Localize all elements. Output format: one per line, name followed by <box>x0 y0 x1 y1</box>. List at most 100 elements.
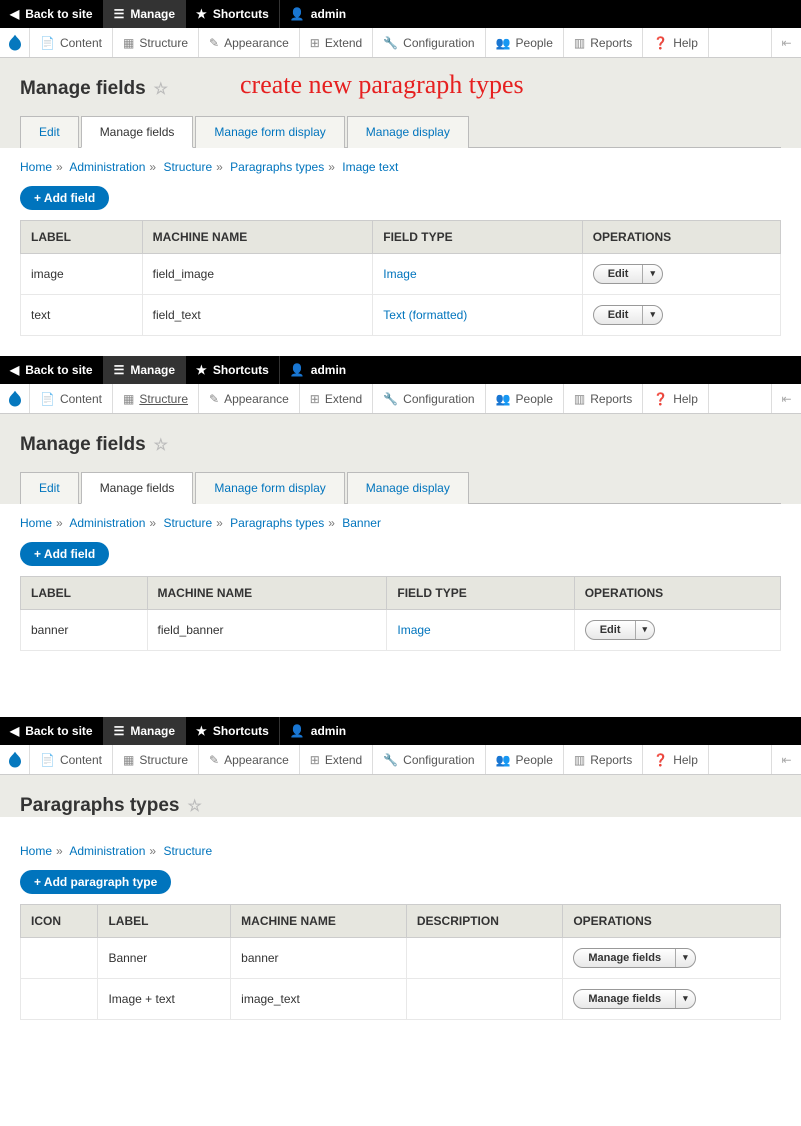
menu-appearance[interactable]: ✎Appearance <box>199 745 300 774</box>
top-toolbar: ◀Back to site ☰Manage ★Shortcuts 👤admin <box>0 356 801 384</box>
crumb-structure[interactable]: Structure <box>163 160 212 174</box>
back-to-site-button[interactable]: ◀Back to site <box>0 356 103 384</box>
shortcuts-button[interactable]: ★Shortcuts <box>186 717 279 745</box>
menu-structure[interactable]: ▦Structure <box>113 745 199 774</box>
op-edit[interactable]: Edit <box>594 306 643 324</box>
shortcuts-button[interactable]: ★Shortcuts <box>186 0 279 28</box>
crumb-administration[interactable]: Administration <box>69 160 145 174</box>
menu-extend[interactable]: ⊞Extend <box>300 745 373 774</box>
crumb-administration[interactable]: Administration <box>69 844 145 858</box>
operations-dropbutton[interactable]: Edit▾ <box>585 620 655 640</box>
menu-configuration[interactable]: 🔧Configuration <box>373 384 485 413</box>
chevron-down-icon[interactable]: ▾ <box>675 990 695 1008</box>
add-field-button[interactable]: + Add field <box>20 186 109 210</box>
user-button[interactable]: 👤admin <box>280 717 356 745</box>
tab-manage-fields[interactable]: Manage fields <box>81 472 194 504</box>
tab-manage-form-display[interactable]: Manage form display <box>195 116 344 148</box>
add-paragraph-type-button[interactable]: + Add paragraph type <box>20 870 171 894</box>
menu-reports[interactable]: ▥Reports <box>564 745 643 774</box>
back-icon: ◀ <box>10 7 19 21</box>
cell-machine-name: image_text <box>231 979 407 1020</box>
breadcrumb: Home» Administration» Structure» Paragra… <box>0 148 801 186</box>
operations-dropbutton[interactable]: Manage fields▾ <box>573 989 695 1009</box>
menu-help[interactable]: ❓Help <box>643 384 709 413</box>
menu-help-label: Help <box>673 36 698 50</box>
crumb-home[interactable]: Home <box>20 844 52 858</box>
menu-reports[interactable]: ▥Reports <box>564 384 643 413</box>
shortcuts-button[interactable]: ★Shortcuts <box>186 356 279 384</box>
crumb-structure[interactable]: Structure <box>163 516 212 530</box>
menu-help[interactable]: ❓Help <box>643 28 709 57</box>
menu-content[interactable]: 📄Content <box>30 745 113 774</box>
tab-edit[interactable]: Edit <box>20 116 79 148</box>
cell-label: banner <box>21 610 148 651</box>
manage-button[interactable]: ☰Manage <box>104 717 185 745</box>
menu-people[interactable]: 👥People <box>486 28 564 57</box>
menu-extend[interactable]: ⊞Extend <box>300 28 373 57</box>
crumb-home[interactable]: Home <box>20 516 52 530</box>
menu-content[interactable]: 📄Content <box>30 28 113 57</box>
menu-extend[interactable]: ⊞Extend <box>300 384 373 413</box>
back-to-site-button[interactable]: ◀Back to site <box>0 717 103 745</box>
chevron-down-icon[interactable]: ▾ <box>642 306 662 324</box>
menu-structure-label: Structure <box>139 392 188 406</box>
manage-button[interactable]: ☰Manage <box>104 356 185 384</box>
crumb-current[interactable]: Banner <box>342 516 381 530</box>
menu-structure[interactable]: ▦Structure <box>113 28 199 57</box>
tab-manage-form-display[interactable]: Manage form display <box>195 472 344 504</box>
toolbar-orient-button[interactable]: ⇤ <box>771 384 801 413</box>
favorite-star-icon[interactable]: ☆ <box>154 435 168 455</box>
menu-configuration[interactable]: 🔧Configuration <box>373 28 485 57</box>
menu-help[interactable]: ❓Help <box>643 745 709 774</box>
op-edit[interactable]: Edit <box>594 265 643 283</box>
tab-manage-display[interactable]: Manage display <box>347 472 469 504</box>
menu-appearance[interactable]: ✎Appearance <box>199 384 300 413</box>
crumb-structure[interactable]: Structure <box>163 844 212 858</box>
favorite-star-icon[interactable]: ☆ <box>154 79 168 99</box>
operations-dropbutton[interactable]: Edit▾ <box>593 264 663 284</box>
menu-appearance[interactable]: ✎Appearance <box>199 28 300 57</box>
admin-menu: 📄Content ▦Structure ✎Appearance ⊞Extend … <box>0 384 801 414</box>
cell-field-type-link[interactable]: Image <box>383 267 416 281</box>
config-icon: 🔧 <box>383 753 398 767</box>
content-icon: 📄 <box>40 36 55 50</box>
manage-button[interactable]: ☰Manage <box>104 0 185 28</box>
drupal-logo[interactable] <box>0 28 30 57</box>
menu-people[interactable]: 👥People <box>486 745 564 774</box>
menu-content[interactable]: 📄Content <box>30 384 113 413</box>
menu-configuration[interactable]: 🔧Configuration <box>373 745 485 774</box>
menu-config-label: Configuration <box>403 392 474 406</box>
add-field-button[interactable]: + Add field <box>20 542 109 566</box>
crumb-current[interactable]: Image text <box>342 160 398 174</box>
operations-dropbutton[interactable]: Edit▾ <box>593 305 663 325</box>
page-title: Manage fields☆ <box>20 78 781 100</box>
cell-field-type-link[interactable]: Image <box>397 623 430 637</box>
menu-structure[interactable]: ▦Structure <box>113 384 199 413</box>
crumb-administration[interactable]: Administration <box>69 516 145 530</box>
drupal-logo[interactable] <box>0 745 30 774</box>
back-to-site-button[interactable]: ◀Back to site <box>0 0 103 28</box>
menu-reports[interactable]: ▥Reports <box>564 28 643 57</box>
toolbar-orient-button[interactable]: ⇤ <box>771 28 801 57</box>
crumb-paragraphs-types[interactable]: Paragraphs types <box>230 160 324 174</box>
chevron-down-icon[interactable]: ▾ <box>642 265 662 283</box>
op-manage-fields[interactable]: Manage fields <box>574 949 675 967</box>
favorite-star-icon[interactable]: ☆ <box>187 796 201 816</box>
op-edit[interactable]: Edit <box>586 621 635 639</box>
chevron-down-icon[interactable]: ▾ <box>675 949 695 967</box>
cell-field-type-link[interactable]: Text (formatted) <box>383 308 467 322</box>
op-manage-fields[interactable]: Manage fields <box>574 990 675 1008</box>
user-button[interactable]: 👤admin <box>280 0 356 28</box>
tab-manage-display[interactable]: Manage display <box>347 116 469 148</box>
user-button[interactable]: 👤admin <box>280 356 356 384</box>
drupal-logo[interactable] <box>0 384 30 413</box>
crumb-paragraphs-types[interactable]: Paragraphs types <box>230 516 324 530</box>
crumb-home[interactable]: Home <box>20 160 52 174</box>
tab-edit[interactable]: Edit <box>20 472 79 504</box>
operations-dropbutton[interactable]: Manage fields▾ <box>573 948 695 968</box>
chevron-down-icon[interactable]: ▾ <box>635 621 655 639</box>
cell-machine-name: field_banner <box>147 610 387 651</box>
toolbar-orient-button[interactable]: ⇤ <box>771 745 801 774</box>
menu-people[interactable]: 👥People <box>486 384 564 413</box>
tab-manage-fields[interactable]: Manage fields <box>81 116 194 148</box>
